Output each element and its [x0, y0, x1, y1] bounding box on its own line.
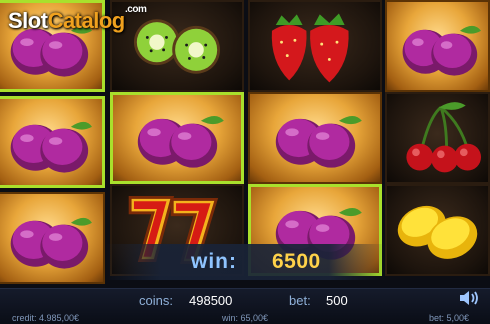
bet-readout: bet: 5,00€	[429, 313, 470, 323]
symbol-cherry	[385, 92, 490, 184]
symbol-plum	[110, 92, 244, 184]
reel-4	[385, 0, 490, 288]
logo-text-slot: Slot	[8, 8, 48, 33]
win-amount: 6500	[272, 250, 321, 273]
status-bar: coins: 498500 bet: 500 credit: 4.985,00€…	[0, 288, 490, 324]
reel-1	[0, 0, 105, 288]
symbol-lemon	[385, 184, 490, 276]
coins-label: coins:	[139, 293, 173, 308]
logo-suffix: .com	[125, 4, 147, 15]
credit-readout: credit: 4.985,00€	[12, 313, 80, 323]
coins-value: 498500	[189, 293, 233, 308]
bet-value[interactable]: 500	[326, 293, 348, 308]
symbol-plum	[248, 92, 382, 184]
win-label: win:	[191, 250, 237, 273]
symbol-strawberry	[248, 0, 382, 92]
win-readout: win: 65,00€	[222, 313, 269, 323]
bet-label: bet:	[289, 293, 311, 308]
symbol-plum	[0, 96, 105, 188]
logo-text-catalog: Catalog	[47, 8, 126, 33]
sound-icon[interactable]	[458, 289, 482, 307]
symbol-plum	[385, 0, 490, 92]
win-banner: win: 6500	[105, 244, 385, 280]
symbol-plum	[0, 192, 105, 284]
watermark-logo: SlotCatalog .com	[8, 4, 147, 34]
